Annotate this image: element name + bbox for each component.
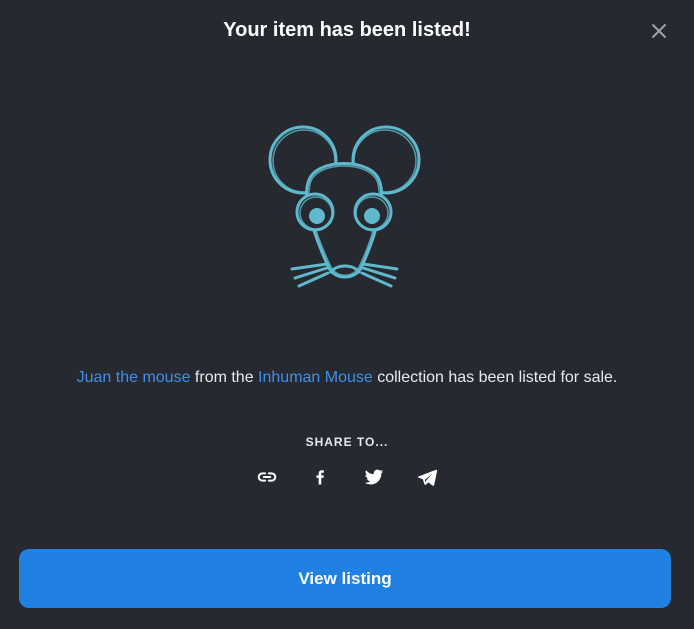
view-listing-button[interactable]: View listing xyxy=(19,549,671,608)
facebook-icon xyxy=(316,470,325,485)
close-button[interactable] xyxy=(648,20,670,42)
message-from-text: from the xyxy=(190,369,259,386)
listing-message: Juan the mouse from the Inhuman Mouse co… xyxy=(0,367,694,389)
modal-title: Your item has been listed! xyxy=(223,19,471,41)
message-suffix-text: collection has been listed for sale. xyxy=(372,369,618,386)
share-telegram-button[interactable] xyxy=(413,463,441,491)
listing-success-modal: Your item has been listed! Juan the mous… xyxy=(0,0,694,629)
item-name-link[interactable]: Juan the mouse xyxy=(77,369,191,386)
link-icon xyxy=(257,472,277,482)
share-link-button[interactable] xyxy=(253,463,281,491)
mouse-face-icon xyxy=(268,125,421,288)
share-facebook-button[interactable] xyxy=(306,463,334,491)
twitter-icon xyxy=(364,469,383,485)
close-icon xyxy=(652,24,666,38)
share-label: SHARE TO... xyxy=(305,435,389,449)
telegram-icon xyxy=(417,469,438,486)
share-twitter-button[interactable] xyxy=(360,463,388,491)
nft-artwork xyxy=(259,118,431,298)
share-buttons xyxy=(253,463,441,491)
collection-name-link[interactable]: Inhuman Mouse xyxy=(258,369,373,386)
